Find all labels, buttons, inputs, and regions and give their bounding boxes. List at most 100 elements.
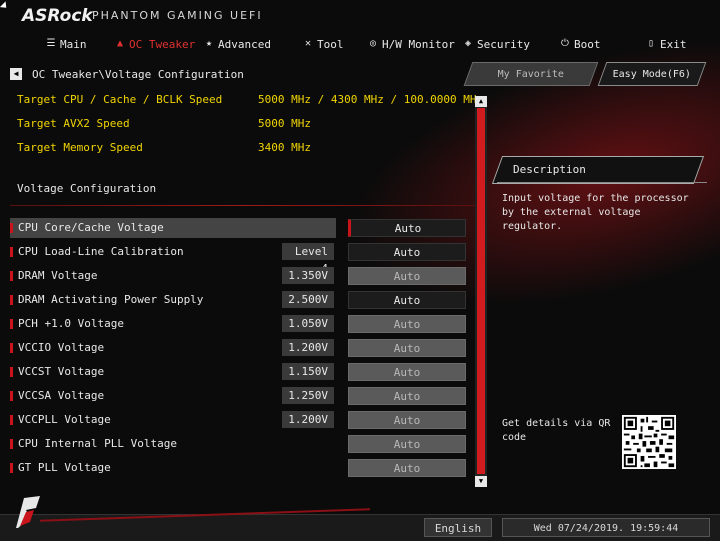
tab-boot[interactable]: ⏻ Boot (560, 36, 601, 52)
language-button[interactable]: English (424, 518, 492, 537)
setting-row-dram-activating[interactable]: DRAM Activating Power Supply 2.500V Auto (10, 290, 470, 310)
tool-icon: ✕ (304, 38, 312, 49)
list-icon: ☰ (46, 38, 56, 49)
setting-option-button[interactable]: Auto (348, 411, 466, 429)
setting-current-value: 1.200V (282, 339, 334, 356)
section-divider (10, 205, 475, 206)
my-favorite-label: My Favorite (497, 69, 564, 80)
tab-label: Advanced (218, 37, 271, 51)
setting-label: VCCIO Voltage (18, 341, 105, 354)
setting-current-value: 1.150V (282, 363, 334, 380)
tab-label: Main (60, 37, 87, 51)
row-marker (10, 367, 13, 377)
row-marker (10, 463, 13, 473)
description-title: Description (513, 163, 586, 176)
setting-option-button[interactable]: Auto (348, 435, 466, 453)
setting-current-value: 1.200V (282, 411, 334, 428)
description-divider (497, 182, 707, 183)
tab-hw-monitor[interactable]: ◎ H/W Monitor (368, 36, 455, 52)
setting-label: CPU Core/Cache Voltage (18, 221, 164, 234)
tab-advanced[interactable]: ★ Advanced (204, 36, 271, 52)
tab-label: Boot (574, 37, 601, 51)
exit-door-icon: ▯ (647, 38, 655, 49)
row-marker (10, 319, 13, 329)
tab-tool[interactable]: ✕ Tool (303, 36, 344, 52)
setting-option-button[interactable]: Auto (348, 291, 466, 309)
main-nav: ☰ Main ▲ OC Tweaker ★ Advanced ✕ Tool ◎ … (0, 32, 720, 56)
target-cpu-label: Target CPU / Cache / BCLK Speed (17, 93, 223, 106)
row-marker (10, 271, 13, 281)
setting-option-button[interactable]: Auto (348, 219, 466, 237)
setting-row-vccio-voltage[interactable]: VCCIO Voltage 1.200V Auto (10, 338, 470, 358)
setting-row-cpu-core-cache-voltage[interactable]: CPU Core/Cache Voltage Auto (10, 218, 466, 238)
setting-row-dram-voltage[interactable]: DRAM Voltage 1.350V Auto (10, 266, 470, 286)
row-marker (10, 295, 13, 305)
setting-label: PCH +1.0 Voltage (18, 317, 124, 330)
setting-current-value: 2.500V (282, 291, 334, 308)
setting-current-value: 1.250V (282, 387, 334, 404)
scrollbar-thumb[interactable] (477, 108, 485, 474)
row-marker (10, 343, 13, 353)
setting-row-vccst-voltage[interactable]: VCCST Voltage 1.150V Auto (10, 362, 470, 382)
setting-row-vccpll-voltage[interactable]: VCCPLL Voltage 1.200V Auto (10, 410, 470, 430)
setting-label: VCCPLL Voltage (18, 413, 111, 426)
tab-label: Exit (660, 37, 687, 51)
setting-option-button[interactable]: Auto (348, 339, 466, 357)
setting-current-value: 1.350V (282, 267, 334, 284)
setting-option-button[interactable]: Auto (348, 387, 466, 405)
breadcrumb-row: ◀ OC Tweaker\Voltage Configuration (10, 66, 244, 82)
row-marker (10, 439, 13, 449)
target-avx2-value: 5000 MHz (258, 117, 311, 130)
monitor-icon: ◎ (369, 38, 377, 49)
target-cpu-value: 5000 MHz / 4300 MHz / 100.0000 MHz (258, 93, 484, 106)
description-text: Input voltage for the processor by the e… (502, 193, 689, 232)
row-marker (10, 415, 13, 425)
setting-option-button[interactable]: Auto (348, 459, 466, 477)
scroll-up-arrow-icon[interactable]: ▲ (475, 96, 487, 107)
phantom-gaming-logo-icon (16, 496, 40, 528)
setting-label: GT PLL Voltage (18, 461, 111, 474)
setting-label: DRAM Voltage (18, 269, 98, 282)
setting-option-button[interactable]: Auto (348, 267, 466, 285)
tab-oc-tweaker[interactable]: ▲ OC Tweaker (115, 36, 195, 52)
setting-option-button[interactable]: Auto (348, 363, 466, 381)
scroll-down-arrow-icon[interactable]: ▼ (475, 476, 487, 487)
back-arrow-icon[interactable]: ◀ (10, 68, 22, 80)
brand-subtitle: PHANTOM GAMING UEFI (92, 9, 263, 22)
setting-row-load-line[interactable]: CPU Load-Line Calibration Level 4 Auto (10, 242, 470, 275)
tab-security[interactable]: ◈ Security (463, 36, 530, 52)
setting-option-button[interactable]: Auto (348, 243, 466, 261)
datetime-display: Wed 07/24/2019. 19:59:44 (502, 518, 710, 537)
tab-label: Tool (317, 37, 344, 51)
shield-icon: ◈ (464, 38, 472, 49)
power-icon: ⏻ (561, 38, 569, 49)
tab-main[interactable]: ☰ Main (46, 36, 87, 52)
setting-label: VCCST Voltage (18, 365, 105, 378)
my-favorite-button[interactable]: My Favorite (463, 62, 599, 86)
tab-label: OC Tweaker (129, 37, 196, 51)
tab-label: H/W Monitor (382, 37, 455, 51)
setting-current-value: Level 4 (282, 243, 334, 275)
setting-option-button[interactable]: Auto (348, 315, 466, 333)
breadcrumb: OC Tweaker\Voltage Configuration (32, 67, 244, 81)
target-memory-value: 3400 MHz (258, 141, 311, 154)
setting-row-pch-voltage[interactable]: PCH +1.0 Voltage 1.050V Auto (10, 314, 470, 334)
target-avx2-label: Target AVX2 Speed (17, 117, 130, 130)
easy-mode-button[interactable]: Easy Mode(F6) (597, 62, 707, 86)
qr-code-icon (622, 415, 676, 469)
setting-row-vccsa-voltage[interactable]: VCCSA Voltage 1.250V Auto (10, 386, 470, 406)
setting-label: DRAM Activating Power Supply (18, 293, 204, 306)
setting-current-value: 1.050V (282, 315, 334, 332)
flame-icon: ▲ (116, 38, 124, 49)
row-marker (10, 223, 13, 233)
setting-row-cpu-internal-pll[interactable]: CPU Internal PLL Voltage Auto (10, 434, 470, 454)
tab-exit[interactable]: ▯ Exit (646, 36, 687, 52)
star-icon: ★ (205, 38, 213, 49)
target-memory-label: Target Memory Speed (17, 141, 143, 154)
setting-label: CPU Load-Line Calibration (18, 245, 184, 258)
row-marker (10, 391, 13, 401)
setting-label: VCCSA Voltage (18, 389, 105, 402)
setting-row-gt-pll[interactable]: GT PLL Voltage Auto (10, 458, 470, 478)
row-marker (10, 247, 13, 257)
section-title: Voltage Configuration (17, 182, 157, 195)
